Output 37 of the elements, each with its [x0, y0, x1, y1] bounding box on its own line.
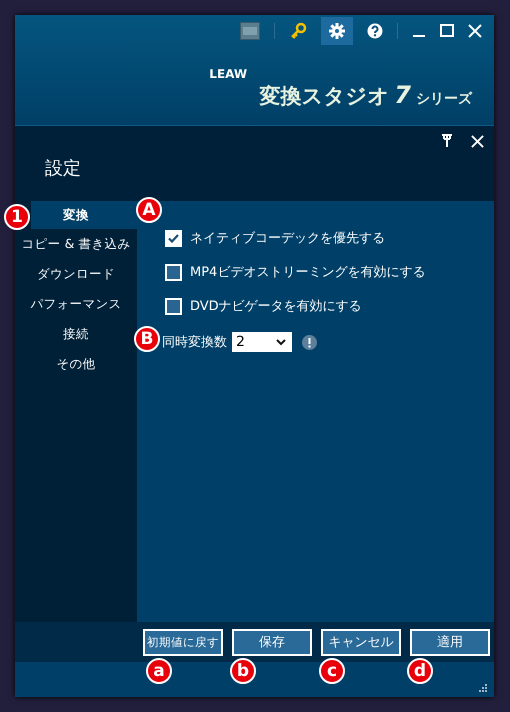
settings-button[interactable] — [321, 17, 353, 45]
key-icon[interactable] — [289, 22, 307, 40]
logo-brand: LEAW — [209, 67, 248, 81]
option-label: DVDナビゲータを有効にする — [190, 298, 362, 315]
checkbox[interactable] — [165, 298, 182, 314]
product-name: 変換スタジオ — [259, 83, 390, 110]
annotation-marker: 1 — [4, 204, 30, 230]
product-version: 7 — [394, 81, 411, 109]
footer-button[interactable]: キャンセル — [321, 628, 401, 656]
count-dropdown[interactable]: 2 — [232, 332, 292, 352]
sidebar-item[interactable]: パフォーマンス — [15, 289, 137, 319]
sidebar-item[interactable]: その他 — [15, 349, 137, 379]
help-icon[interactable] — [367, 23, 383, 39]
option-label: ネイティブコーデックを優先する — [190, 230, 385, 247]
sidebar-item[interactable]: コピー & 書き込み — [15, 229, 137, 259]
option-label: MP4ビデオストリーミングを有効にする — [190, 264, 426, 281]
footer-button[interactable]: 保存 — [232, 628, 312, 656]
close-icon[interactable] — [471, 134, 484, 148]
checkbox[interactable] — [165, 230, 182, 246]
chevron-down-icon — [276, 338, 286, 346]
resize-grip-icon[interactable] — [479, 684, 488, 693]
sidebar-item[interactable]: 接続 — [15, 319, 137, 349]
sidebar-item[interactable]: 変換 — [31, 201, 137, 229]
pin-icon[interactable] — [441, 134, 453, 148]
footer-button[interactable]: 初期値に戻す — [143, 628, 223, 656]
product-series: シリーズ — [416, 90, 472, 108]
checkmark-icon — [168, 234, 179, 242]
screenshot-icon[interactable] — [240, 22, 260, 40]
concurrent-label: 同時変換数 — [162, 334, 227, 351]
info-icon[interactable] — [302, 334, 317, 350]
close-icon[interactable] — [468, 24, 482, 38]
gear-icon — [329, 23, 345, 39]
checkbox[interactable] — [165, 264, 182, 280]
maximize-icon[interactable] — [440, 24, 454, 38]
sidebar-item[interactable]: ダウンロード — [15, 259, 137, 289]
footer-button[interactable]: 適用 — [410, 628, 490, 656]
panel-title: 設定 — [45, 157, 81, 180]
